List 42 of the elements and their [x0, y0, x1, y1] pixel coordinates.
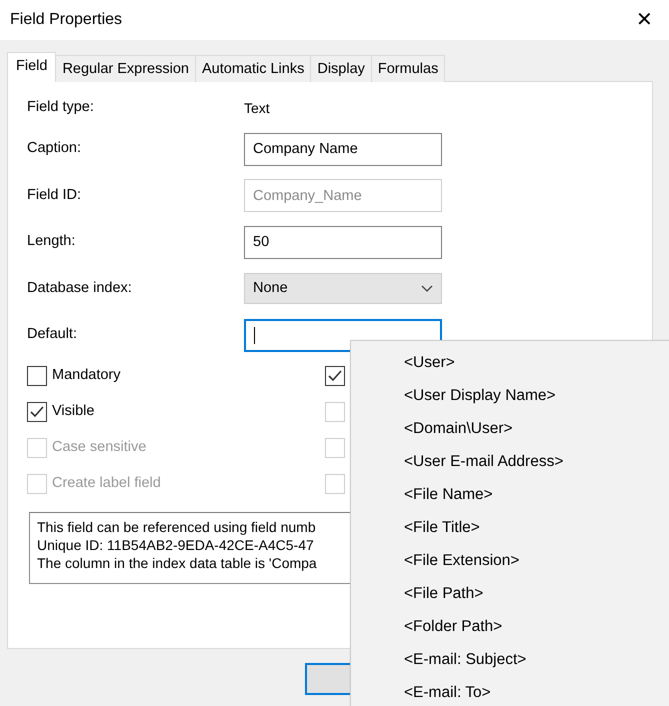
menu-item[interactable]: <Folder Path>: [351, 610, 669, 643]
input-field[interactable]: Company Name: [244, 132, 442, 166]
menu-item[interactable]: <User Display Name>: [351, 379, 669, 412]
checkbox-label: Visible: [52, 402, 94, 421]
tab[interactable]: Field: [7, 52, 56, 82]
tab[interactable]: Automatic Links: [194, 55, 312, 82]
field-value: Text: [244, 98, 270, 118]
check-icon: [29, 404, 45, 418]
close-button[interactable]: ✕: [632, 10, 657, 30]
checkbox[interactable]: [27, 366, 47, 386]
dropdown-value: None: [253, 278, 288, 298]
menu-item[interactable]: <File Title>: [351, 511, 669, 544]
menu-item[interactable]: <File Path>: [351, 577, 669, 610]
info-line: This field can be referenced using field numb: [37, 518, 316, 536]
tab[interactable]: Display: [310, 55, 372, 82]
menu-item[interactable]: <File Name>: [351, 478, 669, 511]
menu-item[interactable]: <User E-mail Address>: [351, 445, 669, 478]
field-label: Field type:: [27, 98, 95, 118]
menu-item[interactable]: <File Extension>: [351, 544, 669, 577]
window-title: Field Properties: [10, 10, 122, 30]
input-field[interactable]: 50: [244, 226, 442, 259]
tab[interactable]: Regular Expression: [55, 55, 196, 82]
menu-item[interactable]: <E-mail: To>: [351, 676, 669, 706]
menu-item[interactable]: <E-mail: Subject>: [351, 643, 669, 676]
info-line: The column in the index data table is 'Compa: [37, 554, 317, 572]
info-line: Unique ID: 11B54AB2-9EDA-42CE-A4C5-47: [37, 536, 314, 554]
chevron-icon: [421, 284, 433, 293]
checkbox[interactable]: [325, 366, 345, 386]
menu-item[interactable]: <Domain\User>: [351, 412, 669, 445]
field-label: Field ID:: [27, 186, 82, 205]
dropdown[interactable]: None: [244, 273, 442, 304]
checkbox[interactable]: [27, 402, 47, 422]
field-label: Length:: [27, 232, 76, 252]
tab[interactable]: Formulas: [370, 55, 446, 82]
field-label: Default:: [27, 325, 78, 344]
checkbox-label: Mandatory: [52, 366, 121, 385]
menu-item[interactable]: <User>: [351, 346, 669, 379]
field-label: Caption:: [27, 139, 82, 158]
checkbox-label: Create label field: [52, 474, 161, 493]
check-icon: [327, 368, 343, 382]
field-label: Database index:: [27, 278, 133, 298]
checkbox-label: Case sensitive: [52, 438, 146, 457]
